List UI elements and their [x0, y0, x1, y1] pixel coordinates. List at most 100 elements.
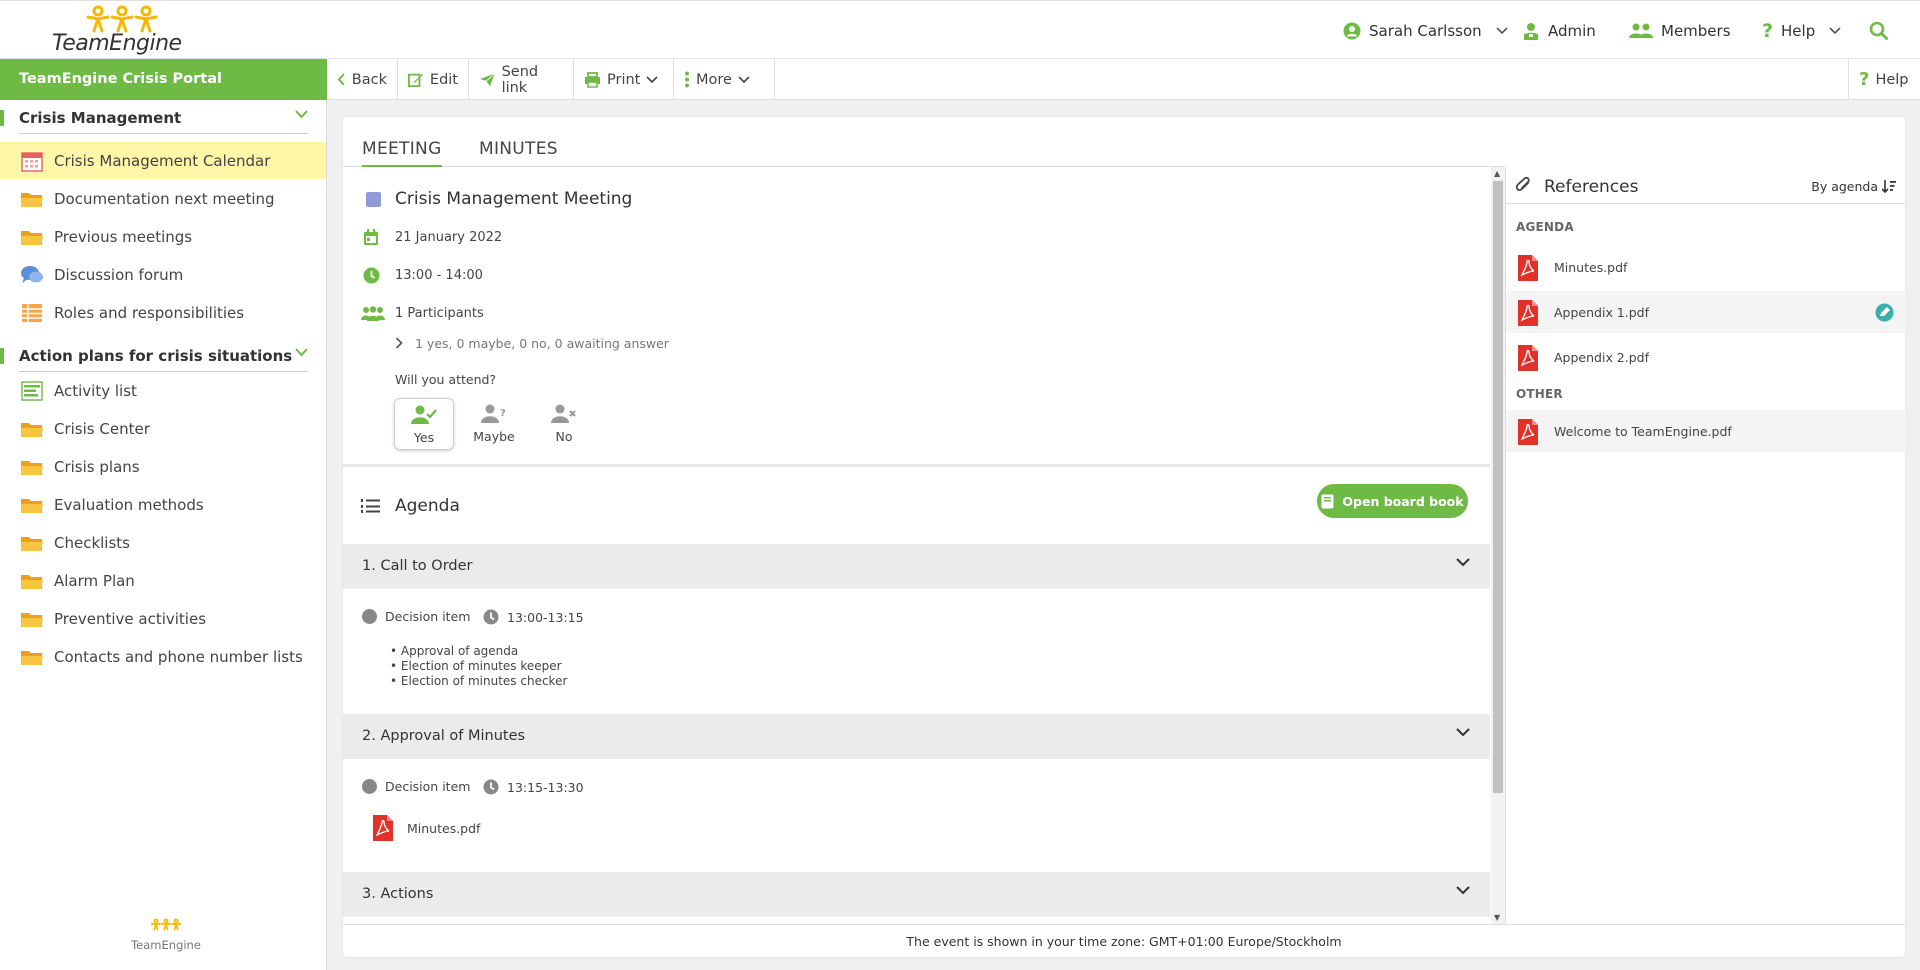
edit-label: Edit [429, 71, 458, 88]
teamengine-logo[interactable]: TeamEngine [50, 5, 182, 57]
logo-people-icon [150, 918, 182, 931]
book-icon [1321, 494, 1334, 508]
agenda-item-header[interactable]: 1. Call to Order [343, 544, 1490, 589]
attend-no-label: No [555, 429, 573, 444]
sidebar-item-label: Preventive activities [54, 610, 207, 628]
sidebar-item-label: Crisis Center [54, 420, 150, 438]
scroll-up-icon[interactable]: ▲ [1494, 169, 1500, 178]
agenda-item-title: 3. Actions [362, 886, 434, 902]
sidebar-item-discussion-forum[interactable]: Discussion forum [0, 256, 326, 293]
svg-text:?: ? [500, 408, 506, 419]
toolbar-help-button[interactable]: ? Help [1848, 59, 1920, 100]
scroll-down-icon[interactable]: ▼ [1494, 913, 1500, 922]
send-link-label: Send link [501, 63, 539, 96]
chevron-down-icon [1829, 26, 1841, 34]
sidebar-item-contacts-and-phone-number-lists[interactable]: Contacts and phone number lists [0, 638, 326, 675]
attend-no-button[interactable]: No [534, 398, 594, 450]
paperclip-icon [1516, 177, 1530, 192]
sidebar-item-label: Activity list [54, 382, 137, 400]
open-board-book-label: Open board book [1342, 493, 1464, 509]
attend-yes-button[interactable]: Yes [394, 398, 454, 450]
item-type-label: Decision item [385, 609, 471, 624]
help-label: Help [1875, 71, 1909, 88]
back-label: Back [351, 71, 387, 88]
send-link-button[interactable]: Send link [469, 59, 574, 100]
section-accent-bar [0, 348, 4, 364]
reference-file-name: Welcome to TeamEngine.pdf [1554, 424, 1732, 439]
attend-maybe-button[interactable]: ? Maybe [464, 398, 524, 450]
tab-bar: MEETING MINUTES [343, 117, 1503, 167]
chevron-down-icon [1456, 728, 1470, 737]
agenda-attachment[interactable]: Minutes.pdf [373, 815, 480, 841]
user-check-icon [411, 405, 437, 424]
user-times-icon [551, 404, 576, 423]
participants-count: 1 Participants [395, 306, 484, 321]
agenda-item-header[interactable]: 2. Approval of Minutes [343, 714, 1490, 759]
sidebar-item-previous-meetings[interactable]: Previous meetings [0, 218, 326, 255]
paper-plane-icon [479, 72, 495, 86]
sidebar-item-crisis-plans[interactable]: Crisis plans [0, 448, 326, 485]
open-board-book-button[interactable]: Open board book [1317, 484, 1468, 518]
sidebar-item-roles-and-responsibilities[interactable]: Roles and responsibilities [0, 294, 326, 331]
search-icon [1869, 21, 1888, 40]
ordered-list-icon [361, 499, 380, 513]
sidebar-item-documentation-next-meeting[interactable]: Documentation next meeting [0, 180, 326, 217]
annotate-icon[interactable] [1875, 303, 1894, 322]
tab-minutes[interactable]: MINUTES [479, 139, 558, 159]
calendar-color-square [366, 192, 381, 207]
section-action-plans[interactable]: Action plans for crisis situations [0, 338, 327, 372]
attend-maybe-label: Maybe [473, 429, 515, 444]
sidebar-item-checklists[interactable]: Checklists [0, 524, 326, 561]
members-link[interactable]: Members [1629, 1, 1731, 60]
edit-button[interactable]: Edit [398, 59, 469, 100]
user-menu[interactable]: Sarah Carlsson [1343, 1, 1508, 60]
reference-group-label: AGENDA [1516, 220, 1574, 234]
logo-text: TeamEngine [52, 31, 182, 56]
section-crisis-management[interactable]: Crisis Management [0, 100, 327, 134]
chevron-right-icon[interactable] [395, 337, 403, 349]
tab-meeting[interactable]: MEETING [362, 139, 442, 167]
user-name: Sarah Carlsson [1369, 21, 1482, 40]
pdf-icon [1518, 255, 1538, 281]
references-header: References By agenda [1506, 167, 1906, 204]
sidebar-item-activity-list[interactable]: Activity list [0, 372, 326, 409]
response-summary: 1 yes, 0 maybe, 0 no, 0 awaiting answer [415, 336, 669, 351]
reference-file[interactable]: Welcome to TeamEngine.pdf [1506, 410, 1906, 452]
reference-file[interactable]: Appendix 1.pdf [1506, 291, 1906, 333]
sort-by-agenda-button[interactable]: By agenda [1811, 179, 1896, 194]
scrollbar-thumb[interactable] [1493, 181, 1503, 793]
portal-title[interactable]: TeamEngine Crisis Portal [0, 59, 327, 100]
chevron-down-icon [1456, 558, 1470, 567]
folder-icon [21, 461, 43, 475]
sidebar-item-crisis-center[interactable]: Crisis Center [0, 410, 326, 447]
print-button[interactable]: Print [574, 59, 674, 100]
toolbar: Back Edit Send link Print More ? Help [327, 59, 1920, 100]
back-button[interactable]: Back [327, 59, 398, 100]
item-time-label: 13:00-13:15 [507, 609, 584, 625]
chevron-down-icon [1456, 886, 1470, 895]
sidebar-item-label: Evaluation methods [54, 496, 204, 514]
agenda-item-header[interactable]: 3. Actions [343, 872, 1490, 917]
search-button[interactable] [1869, 1, 1888, 60]
more-button[interactable]: More [674, 59, 775, 100]
sidebar-item-alarm-plan[interactable]: Alarm Plan [0, 562, 326, 599]
agenda-item-type: Decision item [362, 609, 470, 624]
help-menu[interactable]: ? Help [1762, 1, 1841, 60]
list-icon [21, 381, 43, 401]
reference-file[interactable]: Appendix 2.pdf [1506, 336, 1906, 378]
sidebar-item-crisis-management-calendar[interactable]: Crisis Management Calendar [0, 142, 326, 179]
decision-dot-icon [362, 779, 377, 794]
agenda-item-time: 13:15-13:30 [483, 779, 584, 795]
agenda-item-time: 13:00-13:15 [483, 609, 584, 625]
bullet-line: • Election of minutes keeper [390, 659, 562, 673]
agenda-title: Agenda [395, 496, 460, 516]
sidebar-item-preventive-activities[interactable]: Preventive activities [0, 600, 326, 637]
admin-link[interactable]: Admin [1522, 1, 1596, 60]
attend-question: Will you attend? [395, 372, 497, 387]
content-scrollbar[interactable]: ▲ ▼ [1491, 167, 1505, 924]
reference-file[interactable]: Minutes.pdf [1506, 246, 1906, 288]
sidebar-item-evaluation-methods[interactable]: Evaluation methods [0, 486, 326, 523]
admin-icon [1524, 22, 1538, 40]
pdf-icon [373, 815, 393, 841]
decision-dot-icon [362, 609, 377, 624]
